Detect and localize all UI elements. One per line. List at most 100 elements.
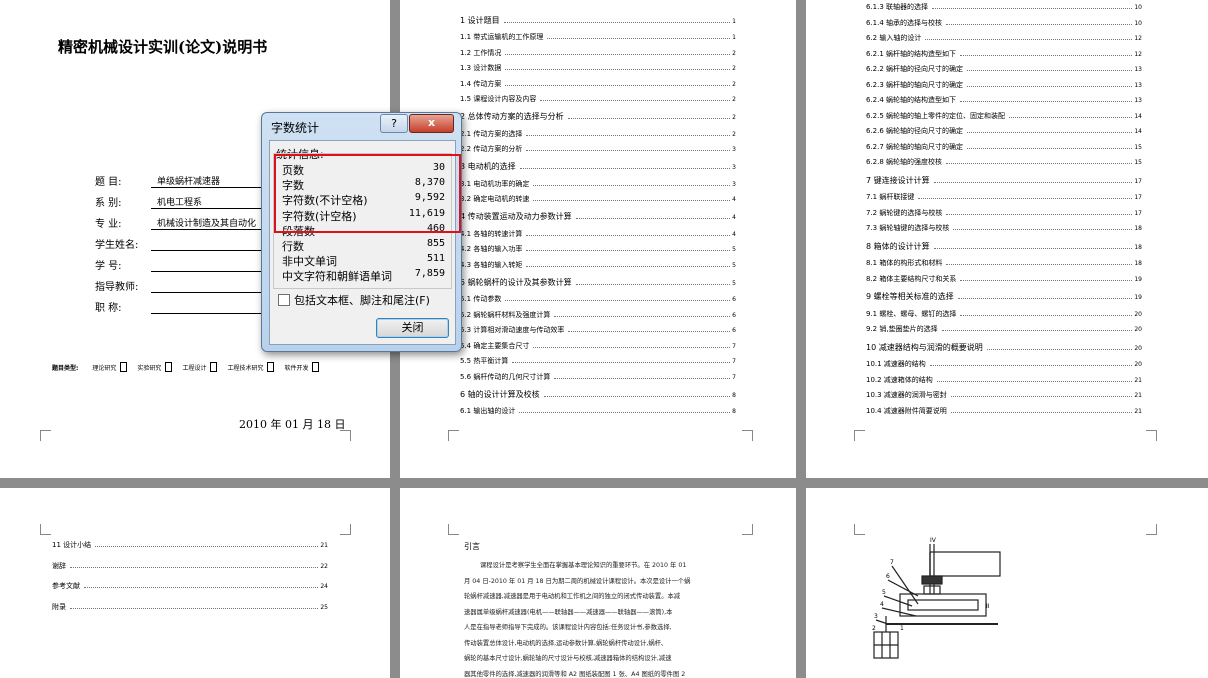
toc-entry[interactable]: 10.3 减速器的润滑与密封 21 xyxy=(866,390,1142,400)
toc-entry[interactable]: 3.2 确定电动机的转速 4 xyxy=(460,194,736,204)
toc-entry[interactable]: 9.2 销,垫圈垫片的选择 20 xyxy=(866,324,1142,334)
toc-entry[interactable]: 7.2 蜗轮键的选择与校核 17 xyxy=(866,208,1142,218)
toc-leader xyxy=(70,566,319,568)
toc-title: 4.2 各轴的输入功率 xyxy=(460,245,523,253)
toc-heading[interactable]: 5 蜗轮蜗杆的设计及其参数计算 5 xyxy=(460,277,736,288)
toc-entry[interactable]: 4.1 各轴的转速计算 4 xyxy=(460,229,736,239)
toc-entry[interactable]: 5.5 热平衡计算 7 xyxy=(460,356,736,366)
toc-leader xyxy=(526,134,731,136)
toc-entry[interactable]: 8.1 箱体的构形式和材料 18 xyxy=(866,258,1142,268)
toc-entry[interactable]: 2.1 传动方案的选择 2 xyxy=(460,129,736,139)
toc-entry[interactable]: 5.4 确定主要集合尺寸 7 xyxy=(460,341,736,351)
toc-title: 5.1 传动参数 xyxy=(460,295,502,303)
toc-entry[interactable]: 6.2 输入轴的设计 12 xyxy=(866,33,1142,43)
toc-entry[interactable]: 6.1 输出轴的设计 8 xyxy=(460,406,736,416)
toc-leader xyxy=(567,118,731,119)
toc-entry[interactable]: 参考文献 24 xyxy=(52,581,328,591)
help-button[interactable]: ? xyxy=(380,114,408,133)
toc-entry[interactable]: 1.4 传动方案 2 xyxy=(460,79,736,89)
toc-leader xyxy=(568,331,731,332)
checkbox-box[interactable] xyxy=(278,294,290,306)
toc-title: 7.1 蜗杆联接键 xyxy=(866,193,915,201)
toc-entry[interactable]: 6.2.7 蜗轮轴的轴向尺寸的确定 15 xyxy=(866,142,1142,152)
toc-leader xyxy=(526,265,731,267)
toc-entry[interactable]: 1.5 课程设计内容及内容 2 xyxy=(460,94,736,104)
toc-leader xyxy=(946,264,1133,265)
include-textboxes-checkbox[interactable]: 包括文本框、脚注和尾注(F) xyxy=(278,292,430,308)
toc-entry[interactable]: 5.6 蜗杆传动的几何尺寸计算 7 xyxy=(460,372,736,382)
toc-leader xyxy=(505,69,731,70)
toc-title: 6.2.3 蜗杆轴的轴向尺寸的确定 xyxy=(866,80,964,89)
toc-entry[interactable]: 5.2 蜗轮蜗杆材料及强度计算 6 xyxy=(460,310,736,320)
toc-entry[interactable]: 11 设计小结 21 xyxy=(52,540,328,550)
field-value xyxy=(151,271,275,272)
toc-page-number: 5 xyxy=(732,279,736,287)
toc-page-number: 5 xyxy=(732,246,736,253)
toc-page-number: 4 xyxy=(732,214,736,221)
toc-entry[interactable]: 6.2.2 蜗杆轴的径向尺寸的确定 13 xyxy=(866,64,1142,74)
toc-title: 2 总体传动方案的选择与分析 xyxy=(460,112,564,121)
toc-entry[interactable]: 6.2.4 蜗轮轴的结构造型如下 13 xyxy=(866,95,1142,105)
toc-entry[interactable]: 10.4 减速器附件简要说明 21 xyxy=(866,406,1142,416)
crop-mark xyxy=(854,430,865,441)
toc-page-number: 18 xyxy=(1134,225,1142,232)
toc-entry[interactable]: 4.3 各轴的输入转矩 5 xyxy=(460,260,736,270)
toc-entry[interactable]: 8.2 箱体主要结构尺寸和关系 19 xyxy=(866,274,1142,284)
toc-entry[interactable]: 10.2 减速箱体的结构 21 xyxy=(866,375,1142,385)
toc-entry[interactable]: 6.2.8 蜗轮轴的强度校核 15 xyxy=(866,157,1142,167)
toc-heading[interactable]: 10 减速器结构与润滑的概要说明 20 xyxy=(866,342,1142,353)
crop-mark xyxy=(340,524,351,535)
toc-heading[interactable]: 3 电动机的选择 3 xyxy=(460,161,736,172)
figure-label: 4 xyxy=(880,601,884,608)
toc-heading[interactable]: 6 轴的设计计算及校核 8 xyxy=(460,389,736,400)
toc-entry[interactable]: 5.1 传动参数 6 xyxy=(460,294,736,304)
close-x-button[interactable]: x xyxy=(409,114,454,133)
toc-title: 8.2 箱体主要结构尺寸和关系 xyxy=(866,274,957,283)
toc-entry[interactable]: 7.1 蜗杆联接键 17 xyxy=(866,192,1142,202)
field-label: 职 称: xyxy=(95,303,122,314)
toc-entry[interactable]: 1.3 设计数据 2 xyxy=(460,63,736,73)
toc-entry[interactable]: 6.2.5 蜗轮轴的轴上零件的定位、固定和装配 14 xyxy=(866,111,1142,121)
toc-heading[interactable]: 4 传动装置运动及动力参数计算 4 xyxy=(460,211,736,222)
crop-mark xyxy=(742,524,753,535)
toc-entry[interactable]: 3.1 电动机功率的确定 3 xyxy=(460,179,736,189)
close-button[interactable]: 关闭 xyxy=(376,318,449,338)
toc-leader xyxy=(505,84,731,86)
toc-title: 10 减速器结构与润滑的概要说明 xyxy=(866,342,983,352)
toc-heading[interactable]: 1 设计题目 1 xyxy=(460,15,736,26)
toc-entry[interactable]: 7.3 蜗轮轴键的选择与校核 18 xyxy=(866,223,1142,233)
toc-entry[interactable]: 1.2 工作情况 2 xyxy=(460,48,736,58)
toc-entry[interactable]: 6.1.4 轴承的选择与校核 10 xyxy=(866,18,1142,28)
field-value xyxy=(151,292,275,293)
toc-entry[interactable]: 9.1 螺栓、螺母、螺钉的选择 20 xyxy=(866,309,1142,319)
toc-page-number: 13 xyxy=(1134,81,1142,89)
toc-leader xyxy=(946,23,1133,25)
toc-entry[interactable]: 6.2.3 蜗杆轴的轴向尺寸的确定 13 xyxy=(866,80,1142,90)
toc-leader xyxy=(526,250,731,251)
toc-heading[interactable]: 7 键连接设计计算 17 xyxy=(866,175,1142,186)
toc-entry[interactable]: 6.2.6 蜗轮轴的径向尺寸的确定 14 xyxy=(866,126,1142,136)
intro-line: 器其他零件的选择,减速器的润滑等和 A2 图纸装配图 1 张、A4 图纸的零件图… xyxy=(464,670,686,678)
word-count-dialog[interactable]: 字数统计 ? x 统计信息: 页数 30 字数 8,370 字符数(不计空格) 9,592… xyxy=(261,112,462,352)
stat-row: 行数 855 xyxy=(282,238,445,254)
toc-page-3: 11 设计小结 21 谢辞 22 参考文献 24 附录 25 xyxy=(0,488,390,678)
toc-leader xyxy=(967,85,1133,87)
topic-type-options: 理论研究 实验研究 工程设计 工程技术研究 软件开发 xyxy=(92,362,325,372)
toc-heading[interactable]: 9 螺栓等相关标准的选择 19 xyxy=(866,291,1142,302)
toc-heading[interactable]: 2 总体传动方案的选择与分析 2 xyxy=(460,111,736,122)
toc-title: 1.2 工作情况 xyxy=(460,48,502,57)
toc-entry[interactable]: 1.1 带式运输机的工作原理 1 xyxy=(460,32,736,42)
toc-entry[interactable]: 6.2.1 蜗杆轴的结构造型如下 12 xyxy=(866,49,1142,59)
toc-entry[interactable]: 谢辞 22 xyxy=(52,561,328,571)
toc-entry[interactable]: 10.1 减速器的结构 20 xyxy=(866,359,1142,369)
stat-row: 非中文单词 511 xyxy=(282,253,445,269)
toc-entry[interactable]: 5.3 计算相对滑动速度与传动效率 6 xyxy=(460,325,736,335)
toc-entry[interactable]: 附录 25 xyxy=(52,602,328,612)
toc-leader xyxy=(95,546,319,547)
toc-heading[interactable]: 8 箱体的设计计算 18 xyxy=(866,241,1142,252)
toc-entry[interactable]: 2.2 传动方案的分析 3 xyxy=(460,144,736,154)
toc-leader xyxy=(1009,116,1133,118)
toc-entry[interactable]: 4.2 各轴的输入功率 5 xyxy=(460,244,736,254)
toc-page-number: 18 xyxy=(1134,243,1142,251)
toc-entry[interactable]: 6.1.3 联轴器的选择 10 xyxy=(866,2,1142,12)
